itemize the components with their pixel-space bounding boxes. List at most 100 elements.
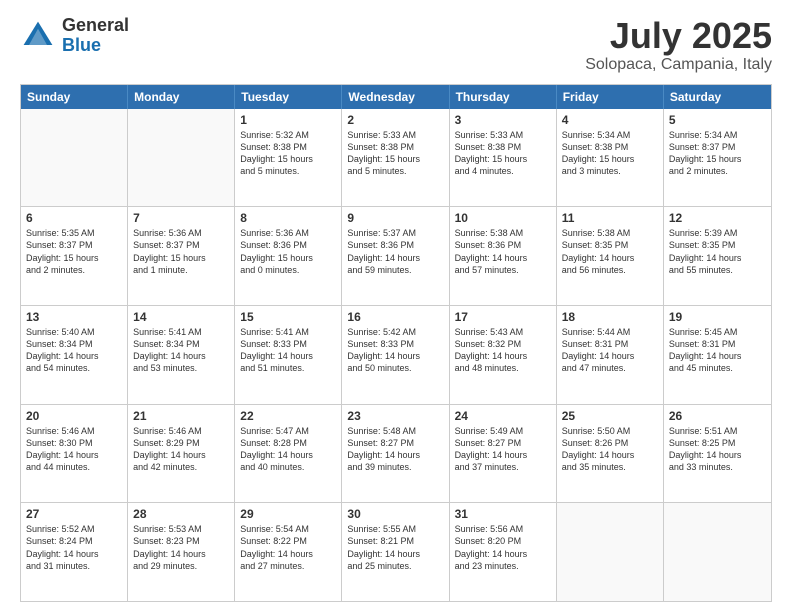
calendar-body: 1 Sunrise: 5:32 AM Sunset: 8:38 PM Daylig… — [21, 109, 771, 601]
month-title: July 2025 — [585, 16, 772, 56]
calendar-cell: 6 Sunrise: 5:35 AM Sunset: 8:37 PM Daylig… — [21, 207, 128, 305]
day-number: 29 — [240, 507, 336, 521]
cell-info: Sunrise: 5:48 AM Sunset: 8:27 PM Dayligh… — [347, 425, 443, 474]
calendar-cell — [128, 109, 235, 207]
calendar-cell: 26Sunrise: 5:51 AM Sunset: 8:25 PM Dayli… — [664, 405, 771, 503]
day-number: 4 — [562, 113, 658, 127]
cell-info: Sunrise: 5:46 AM Sunset: 8:30 PM Dayligh… — [26, 425, 122, 474]
cell-info: Sunrise: 5:43 AM Sunset: 8:32 PM Dayligh… — [455, 326, 551, 375]
cell-info: Sunrise: 5:39 AM Sunset: 8:35 PM Dayligh… — [669, 227, 766, 276]
day-number: 11 — [562, 211, 658, 225]
cell-info: Sunrise: 5:33 AM Sunset: 8:38 PM Dayligh… — [347, 129, 443, 178]
cell-info: Sunrise: 5:40 AM Sunset: 8:34 PM Dayligh… — [26, 326, 122, 375]
cell-info: Sunrise: 5:33 AM Sunset: 8:38 PM Dayligh… — [455, 129, 551, 178]
calendar-cell: 4Sunrise: 5:34 AM Sunset: 8:38 PM Daylig… — [557, 109, 664, 207]
calendar-cell: 3Sunrise: 5:33 AM Sunset: 8:38 PM Daylig… — [450, 109, 557, 207]
day-number: 19 — [669, 310, 766, 324]
calendar-cell: 31 Sunrise: 5:56 AM Sunset: 8:20 PM Dayli… — [450, 503, 557, 601]
calendar-cell: 5Sunrise: 5:34 AM Sunset: 8:37 PM Daylig… — [664, 109, 771, 207]
calendar-cell: 17 Sunrise: 5:43 AM Sunset: 8:32 PM Dayli… — [450, 306, 557, 404]
page: General Blue July 2025 Solopaca, Campani… — [0, 0, 792, 612]
calendar-cell: 15 Sunrise: 5:41 AM Sunset: 8:33 PM Dayli… — [235, 306, 342, 404]
calendar-cell: 13 Sunrise: 5:40 AM Sunset: 8:34 PM Dayli… — [21, 306, 128, 404]
cell-info: Sunrise: 5:46 AM Sunset: 8:29 PM Dayligh… — [133, 425, 229, 474]
day-number: 14 — [133, 310, 229, 324]
cell-info: Sunrise: 5:37 AM Sunset: 8:36 PM Dayligh… — [347, 227, 443, 276]
calendar-row-4: 20 Sunrise: 5:46 AM Sunset: 8:30 PM Dayli… — [21, 404, 771, 503]
cell-info: Sunrise: 5:54 AM Sunset: 8:22 PM Dayligh… — [240, 523, 336, 572]
calendar-cell — [664, 503, 771, 601]
day-number: 22 — [240, 409, 336, 423]
day-number: 18 — [562, 310, 658, 324]
logo: General Blue — [20, 16, 129, 56]
calendar-cell: 18Sunrise: 5:44 AM Sunset: 8:31 PM Dayli… — [557, 306, 664, 404]
calendar-cell: 12 Sunrise: 5:39 AM Sunset: 8:35 PM Dayli… — [664, 207, 771, 305]
cell-info: Sunrise: 5:32 AM Sunset: 8:38 PM Dayligh… — [240, 129, 336, 178]
calendar-cell: 10Sunrise: 5:38 AM Sunset: 8:36 PM Dayli… — [450, 207, 557, 305]
calendar-cell: 20 Sunrise: 5:46 AM Sunset: 8:30 PM Dayli… — [21, 405, 128, 503]
logo-blue: Blue — [62, 36, 129, 56]
day-number: 23 — [347, 409, 443, 423]
header: General Blue July 2025 Solopaca, Campani… — [20, 16, 772, 74]
day-number: 24 — [455, 409, 551, 423]
day-number: 7 — [133, 211, 229, 225]
cell-info: Sunrise: 5:56 AM Sunset: 8:20 PM Dayligh… — [455, 523, 551, 572]
cell-info: Sunrise: 5:41 AM Sunset: 8:33 PM Dayligh… — [240, 326, 336, 375]
calendar-cell: 8Sunrise: 5:36 AM Sunset: 8:36 PM Daylig… — [235, 207, 342, 305]
calendar-row-1: 1 Sunrise: 5:32 AM Sunset: 8:38 PM Daylig… — [21, 109, 771, 207]
day-number: 6 — [26, 211, 122, 225]
cell-info: Sunrise: 5:50 AM Sunset: 8:26 PM Dayligh… — [562, 425, 658, 474]
calendar-cell: 2 Sunrise: 5:33 AM Sunset: 8:38 PM Daylig… — [342, 109, 449, 207]
header-day-sunday: Sunday — [21, 85, 128, 109]
day-number: 2 — [347, 113, 443, 127]
calendar-cell: 23 Sunrise: 5:48 AM Sunset: 8:27 PM Dayli… — [342, 405, 449, 503]
day-number: 15 — [240, 310, 336, 324]
cell-info: Sunrise: 5:42 AM Sunset: 8:33 PM Dayligh… — [347, 326, 443, 375]
calendar-header: SundayMondayTuesdayWednesdayThursdayFrid… — [21, 85, 771, 109]
header-day-saturday: Saturday — [664, 85, 771, 109]
calendar-cell: 25 Sunrise: 5:50 AM Sunset: 8:26 PM Dayli… — [557, 405, 664, 503]
calendar-cell: 7Sunrise: 5:36 AM Sunset: 8:37 PM Daylig… — [128, 207, 235, 305]
calendar-cell: 24 Sunrise: 5:49 AM Sunset: 8:27 PM Dayli… — [450, 405, 557, 503]
calendar-cell: 30 Sunrise: 5:55 AM Sunset: 8:21 PM Dayli… — [342, 503, 449, 601]
cell-info: Sunrise: 5:41 AM Sunset: 8:34 PM Dayligh… — [133, 326, 229, 375]
calendar-cell: 22 Sunrise: 5:47 AM Sunset: 8:28 PM Dayli… — [235, 405, 342, 503]
day-number: 30 — [347, 507, 443, 521]
day-number: 25 — [562, 409, 658, 423]
cell-info: Sunrise: 5:38 AM Sunset: 8:36 PM Dayligh… — [455, 227, 551, 276]
day-number: 28 — [133, 507, 229, 521]
cell-info: Sunrise: 5:38 AM Sunset: 8:35 PM Dayligh… — [562, 227, 658, 276]
cell-info: Sunrise: 5:36 AM Sunset: 8:36 PM Dayligh… — [240, 227, 336, 276]
cell-info: Sunrise: 5:52 AM Sunset: 8:24 PM Dayligh… — [26, 523, 122, 572]
day-number: 21 — [133, 409, 229, 423]
header-day-tuesday: Tuesday — [235, 85, 342, 109]
calendar-cell: 1 Sunrise: 5:32 AM Sunset: 8:38 PM Daylig… — [235, 109, 342, 207]
cell-info: Sunrise: 5:35 AM Sunset: 8:37 PM Dayligh… — [26, 227, 122, 276]
calendar-cell: 27Sunrise: 5:52 AM Sunset: 8:24 PM Dayli… — [21, 503, 128, 601]
calendar: SundayMondayTuesdayWednesdayThursdayFrid… — [20, 84, 772, 602]
logo-general: General — [62, 16, 129, 36]
title-block: July 2025 Solopaca, Campania, Italy — [585, 16, 772, 74]
cell-info: Sunrise: 5:47 AM Sunset: 8:28 PM Dayligh… — [240, 425, 336, 474]
header-day-monday: Monday — [128, 85, 235, 109]
day-number: 1 — [240, 113, 336, 127]
day-number: 26 — [669, 409, 766, 423]
cell-info: Sunrise: 5:45 AM Sunset: 8:31 PM Dayligh… — [669, 326, 766, 375]
calendar-cell: 16Sunrise: 5:42 AM Sunset: 8:33 PM Dayli… — [342, 306, 449, 404]
day-number: 17 — [455, 310, 551, 324]
day-number: 20 — [26, 409, 122, 423]
day-number: 31 — [455, 507, 551, 521]
day-number: 5 — [669, 113, 766, 127]
calendar-cell: 29 Sunrise: 5:54 AM Sunset: 8:22 PM Dayli… — [235, 503, 342, 601]
calendar-cell: 21 Sunrise: 5:46 AM Sunset: 8:29 PM Dayli… — [128, 405, 235, 503]
day-number: 12 — [669, 211, 766, 225]
cell-info: Sunrise: 5:49 AM Sunset: 8:27 PM Dayligh… — [455, 425, 551, 474]
day-number: 13 — [26, 310, 122, 324]
calendar-row-2: 6 Sunrise: 5:35 AM Sunset: 8:37 PM Daylig… — [21, 206, 771, 305]
header-day-wednesday: Wednesday — [342, 85, 449, 109]
calendar-cell: 28Sunrise: 5:53 AM Sunset: 8:23 PM Dayli… — [128, 503, 235, 601]
location-subtitle: Solopaca, Campania, Italy — [585, 56, 772, 74]
day-number: 9 — [347, 211, 443, 225]
cell-info: Sunrise: 5:55 AM Sunset: 8:21 PM Dayligh… — [347, 523, 443, 572]
calendar-cell: 19 Sunrise: 5:45 AM Sunset: 8:31 PM Dayli… — [664, 306, 771, 404]
